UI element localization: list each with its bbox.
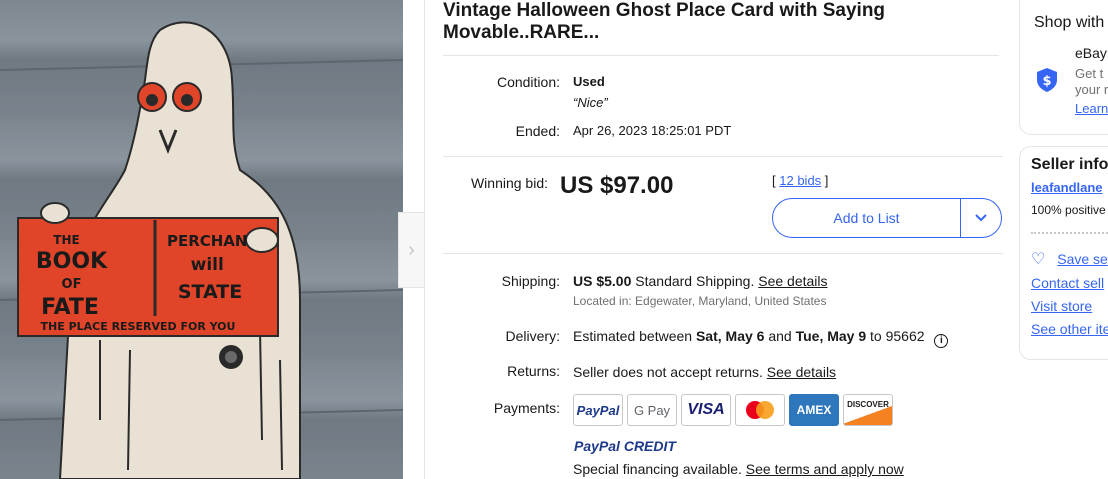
paypal-logo: PayPal	[573, 394, 623, 426]
add-to-list-button-group: Add to List	[772, 198, 1002, 238]
shipping-label: Shipping:	[501, 273, 560, 289]
discover-logo: DISCOVER	[843, 394, 893, 426]
item-photo[interactable]: THE BOOK OF FATE PERCHAN will STATE THE …	[0, 0, 403, 479]
bids-count: [ 12 bids ]	[772, 173, 828, 188]
delivery-label: Delivery:	[505, 328, 560, 344]
learn-more-link[interactable]: Learn	[1075, 101, 1108, 116]
returns-value: Seller does not accept returns. See deta…	[573, 364, 836, 380]
divider	[443, 156, 1003, 157]
save-seller-row[interactable]: ♡ Save se	[1031, 249, 1108, 269]
item-page: THE BOOK OF FATE PERCHAN will STATE THE …	[0, 0, 1108, 479]
mastercard-logo	[735, 394, 785, 426]
condition-label: Condition:	[496, 74, 560, 90]
delivery-zip: to 95662	[870, 328, 925, 344]
visit-store-link[interactable]: Visit store	[1031, 298, 1092, 314]
column-divider	[424, 0, 425, 479]
seller-name-link[interactable]: leafandlane	[1031, 180, 1103, 195]
ended-label: Ended:	[515, 123, 560, 139]
bids-bracket-open: [	[772, 173, 776, 188]
seller-feedback: 100% positive	[1031, 203, 1106, 217]
shipping-method: Standard Shipping.	[635, 273, 755, 289]
divider	[443, 253, 1003, 254]
payments-label: Payments:	[493, 400, 560, 416]
returns-label: Returns:	[507, 363, 560, 379]
save-seller-link[interactable]: Save se	[1057, 251, 1108, 267]
paypal-credit-logo: PayPal CREDIT	[574, 438, 676, 454]
financing-link[interactable]: See terms and apply now	[746, 461, 904, 477]
returns-text: Seller does not accept returns.	[573, 364, 763, 380]
shop-card-title: Shop with	[1034, 14, 1105, 31]
see-other-items-link[interactable]: See other ite	[1031, 321, 1108, 337]
book-bottom-text: THE PLACE RESERVED FOR YOU	[41, 320, 236, 333]
delivery-prefix: Estimated between	[573, 328, 693, 344]
payment-logos: PayPal G Pay VISA AMEX DISCOVER	[573, 394, 893, 426]
shop-card-line2: Get t	[1075, 66, 1104, 81]
dotted-divider	[1031, 232, 1108, 234]
winning-bid-price: US $97.00	[560, 172, 674, 199]
visa-logo: VISA	[681, 394, 731, 426]
shipping-value: US $5.00 Standard Shipping. See details	[573, 273, 828, 289]
shield-icon: $	[1037, 68, 1057, 92]
chevron-down-icon[interactable]	[961, 199, 1001, 237]
shipping-details-link[interactable]: See details	[758, 273, 827, 289]
financing-row: Special financing available. See terms a…	[573, 461, 904, 477]
shop-card-line1: eBay	[1075, 45, 1107, 61]
bids-link[interactable]: 12 bids	[779, 173, 821, 188]
amex-logo: AMEX	[789, 394, 839, 426]
info-icon[interactable]: i	[934, 334, 949, 348]
google-pay-logo: G Pay	[627, 394, 677, 426]
financing-text: Special financing available.	[573, 461, 742, 477]
delivery-date-start: Sat, May 6	[695, 328, 765, 344]
winning-bid-label: Winning bid:	[470, 175, 548, 191]
seller-info-title: Seller info	[1031, 156, 1108, 173]
contact-seller-link[interactable]: Contact sell	[1031, 275, 1104, 291]
returns-details-link[interactable]: See details	[767, 364, 836, 380]
divider	[443, 55, 999, 56]
item-title: Vintage Halloween Ghost Place Card with …	[443, 0, 886, 43]
add-to-list-button[interactable]: Add to List	[773, 199, 961, 237]
heart-icon: ♡	[1031, 251, 1046, 268]
bids-bracket-close: ]	[824, 173, 829, 188]
shop-card-line3: your r	[1075, 82, 1108, 97]
ended-value: Apr 26, 2023 18:25:01 PDT	[573, 123, 732, 138]
ghost-place-card-image: THE BOOK OF FATE PERCHAN will STATE THE …	[0, 21, 403, 479]
chevron-right-icon[interactable]: ›	[398, 212, 425, 288]
delivery-value: Estimated between Sat, May 6 and Tue, Ma…	[573, 328, 949, 348]
shipping-price: US $5.00	[573, 273, 632, 289]
delivery-date-end: Tue, May 9	[795, 328, 867, 344]
condition-note: “Nice”	[573, 95, 608, 110]
item-location: Located in: Edgewater, Maryland, United …	[573, 294, 827, 308]
delivery-and: and	[768, 328, 792, 344]
condition-value: Used	[573, 74, 605, 89]
svg-text:$: $	[1042, 74, 1051, 89]
